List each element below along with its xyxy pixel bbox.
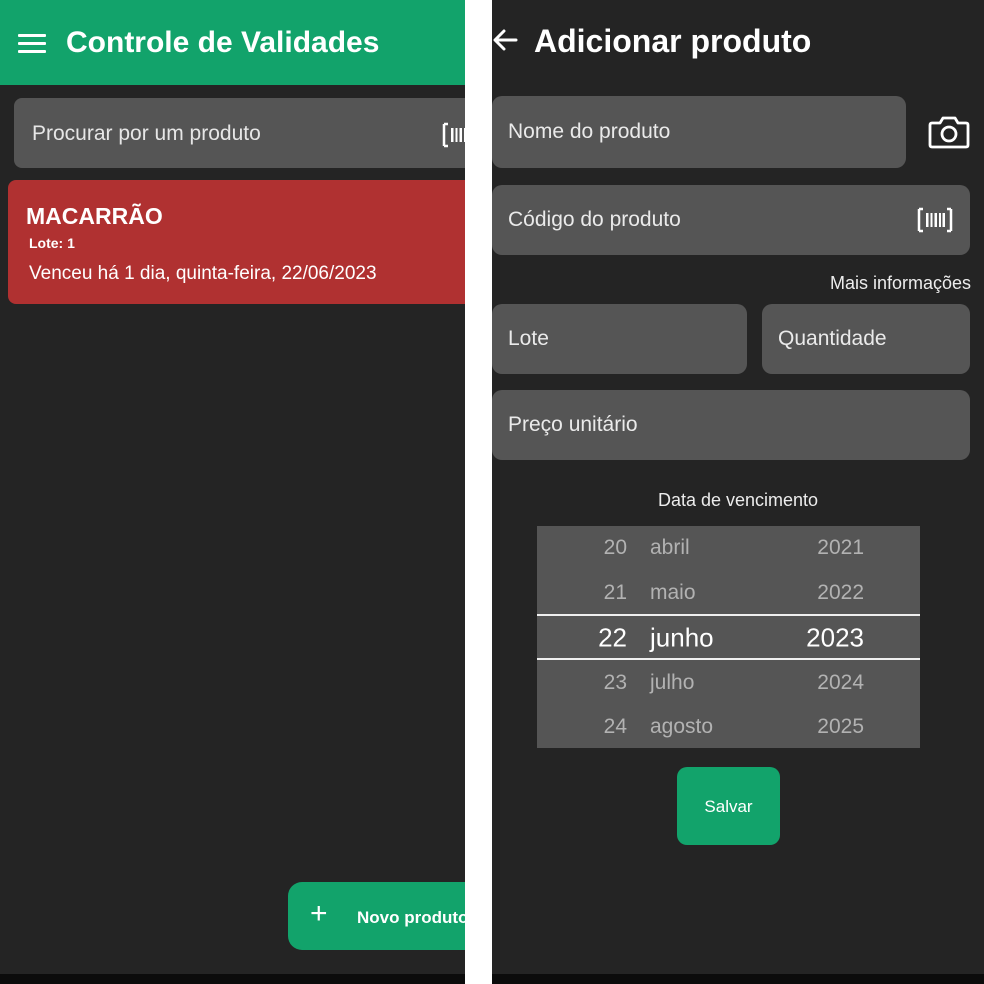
product-code-placeholder: Código do produto [508, 208, 681, 231]
new-product-label: Novo produto [357, 908, 465, 927]
picker-row[interactable]: 23 julho 2024 [537, 661, 920, 705]
picker-day: 20 [603, 536, 627, 559]
product-code-field[interactable]: Código do produto [492, 185, 970, 255]
picker-day: 24 [603, 715, 627, 738]
quantity-field[interactable]: Quantidade [762, 304, 970, 374]
picker-day: 23 [603, 671, 627, 694]
picker-year: 2025 [817, 715, 864, 738]
lote-placeholder: Lote [508, 327, 549, 350]
plus-icon: + [310, 897, 328, 930]
picker-selected-row[interactable]: 22 junho 2023 [537, 616, 920, 660]
date-picker[interactable]: 20 abril 2021 21 maio 2022 22 junho 2023… [537, 526, 920, 748]
product-name-placeholder: Nome do produto [508, 120, 671, 143]
unit-price-field[interactable]: Preço unitário [492, 390, 970, 460]
picker-selection-divider [537, 658, 920, 660]
search-input[interactable]: Procurar por um produto [14, 98, 465, 168]
product-expiry-status: Venceu há 1 dia, quinta-feira, 22/06/202… [29, 263, 377, 284]
barcode-icon[interactable] [442, 122, 465, 148]
arrow-left-icon[interactable] [492, 28, 518, 52]
more-info-label[interactable]: Mais informações [830, 273, 971, 294]
save-button[interactable]: Salvar [677, 767, 780, 845]
picker-year: 2024 [817, 671, 864, 694]
navigation-bar [492, 974, 984, 984]
picker-selected-day: 22 [598, 622, 627, 653]
picker-year: 2022 [817, 581, 864, 604]
lote-field[interactable]: Lote [492, 304, 747, 374]
expiry-date-label: Data de vencimento [657, 490, 819, 510]
picker-year: 2021 [817, 536, 864, 559]
add-product-screen: Adicionar produto Nome do produto Código… [492, 0, 984, 984]
picker-month: maio [650, 581, 696, 604]
picker-row[interactable]: 20 abril 2021 [537, 526, 920, 570]
picker-month: julho [650, 671, 695, 694]
page-title: Adicionar produto [534, 23, 812, 59]
app-title: Controle de Validades [66, 26, 380, 59]
quantity-placeholder: Quantidade [778, 327, 887, 350]
new-product-button[interactable]: + Novo produto [288, 882, 465, 950]
product-card[interactable]: MACARRÃO Lote: 1 Venceu há 1 dia, quinta… [8, 180, 465, 304]
picker-day: 21 [603, 581, 627, 604]
picker-row[interactable]: 24 agosto 2025 [537, 705, 920, 749]
save-label: Salvar [704, 797, 753, 816]
product-lote: Lote: 1 [29, 235, 75, 251]
picker-selected-month: junho [650, 622, 714, 653]
picker-selected-year: 2023 [806, 622, 864, 653]
product-name-field[interactable]: Nome do produto [492, 96, 906, 168]
search-placeholder: Procurar por um produto [32, 122, 261, 145]
picker-month: agosto [650, 715, 714, 738]
navigation-bar [0, 974, 465, 984]
app-bar: Controle de Validades [0, 0, 465, 85]
picker-month: abril [650, 536, 690, 559]
product-name: MACARRÃO [26, 203, 163, 229]
hamburger-menu-icon[interactable] [18, 34, 46, 54]
camera-icon[interactable] [928, 114, 970, 150]
unit-price-placeholder: Preço unitário [508, 413, 638, 436]
home-screen: Controle de Validades Procurar por um pr… [0, 0, 465, 984]
picker-row[interactable]: 21 maio 2022 [537, 571, 920, 615]
barcode-icon[interactable] [917, 207, 953, 233]
